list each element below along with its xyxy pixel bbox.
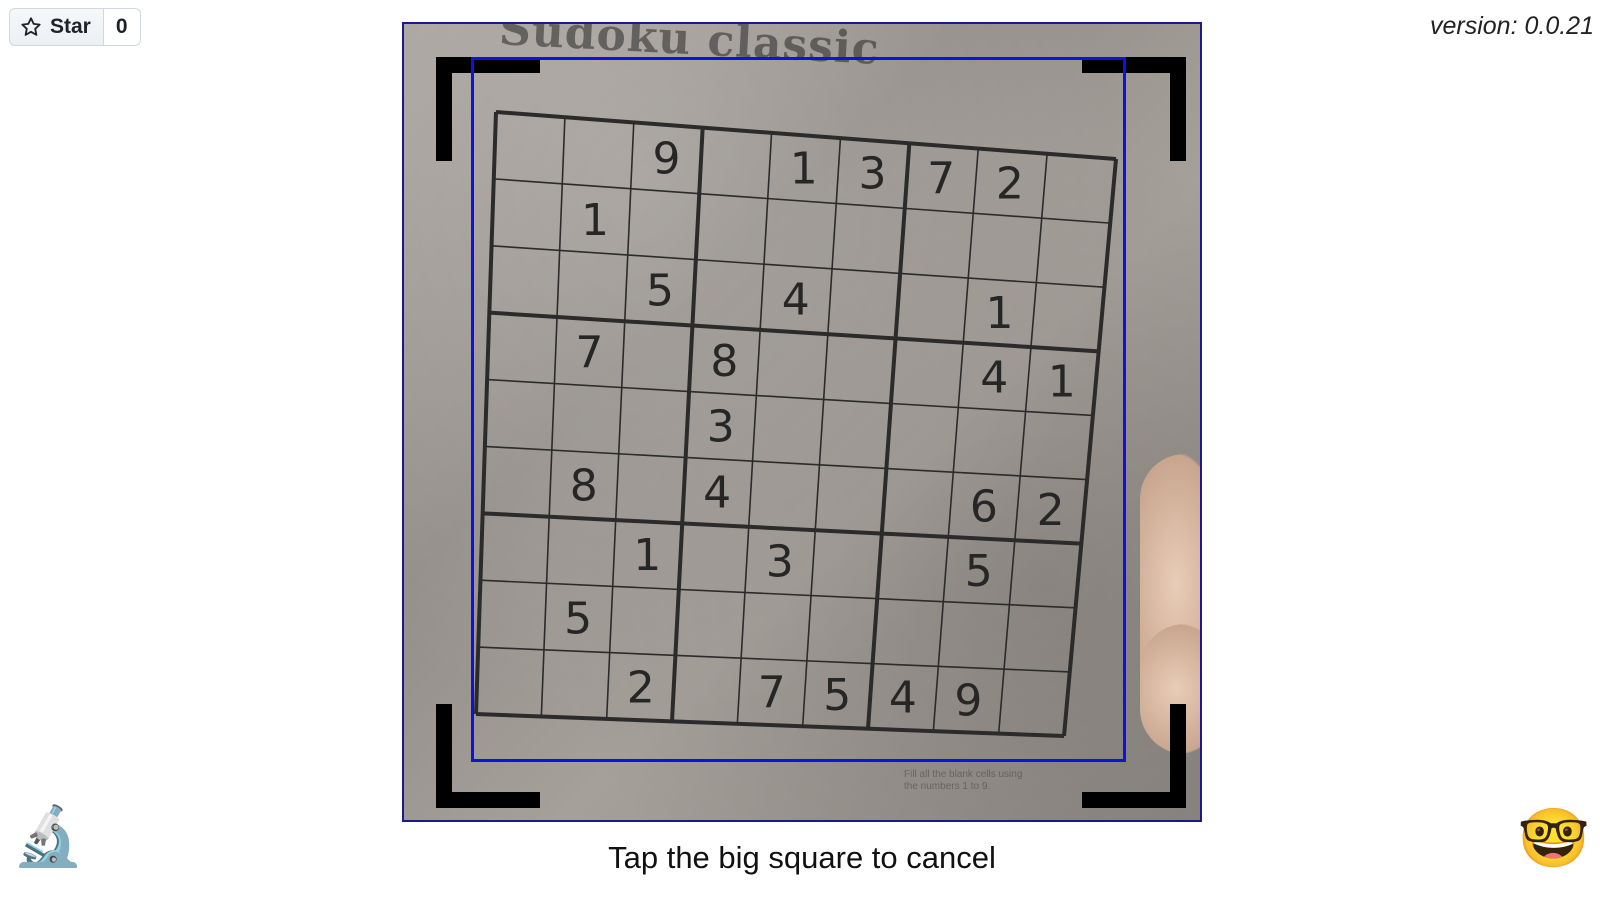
star-count[interactable]: 0 xyxy=(103,8,141,46)
star-icon xyxy=(21,17,41,36)
github-star-widget: Star 0 xyxy=(9,8,141,46)
microscope-icon[interactable]: 🔬 xyxy=(12,808,84,866)
version-label: version: 0.0.21 xyxy=(1430,12,1594,40)
star-label: Star xyxy=(50,15,91,38)
camera-viewport[interactable]: Sudoku classic 9137215417841384621355275… xyxy=(402,22,1202,822)
fine-print: Fill all the blank cells using the numbe… xyxy=(904,769,1023,792)
cancel-instruction: Tap the big square to cancel xyxy=(608,840,996,875)
star-button[interactable]: Star xyxy=(9,8,104,46)
detection-box xyxy=(471,57,1126,762)
nerd-face-icon[interactable]: 🤓 xyxy=(1518,810,1590,868)
